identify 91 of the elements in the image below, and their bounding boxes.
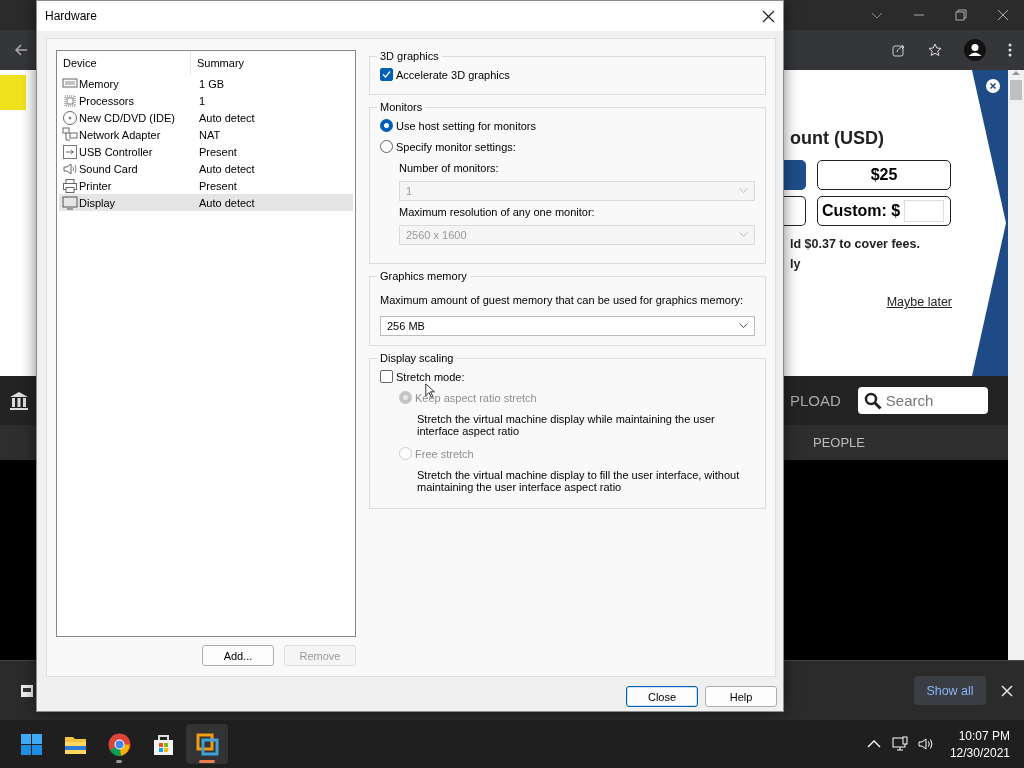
building-icon[interactable] [9,390,29,411]
sound-icon [62,160,78,177]
dropdown-caret-icon [739,188,748,194]
device-row[interactable]: Processors 1 [59,92,353,109]
menu-icon[interactable] [1008,43,1012,57]
add-button[interactable]: Add... [202,645,274,666]
device-summary: Present [198,145,238,158]
search-icon [863,391,882,410]
device-name: Display [79,196,116,209]
close-icon[interactable] [986,79,1000,93]
device-name: New CD/DVD (IDE) [79,111,175,124]
column-header[interactable]: Device [57,51,191,75]
checkbox[interactable] [380,370,393,383]
device-row[interactable]: Sound Card Auto detect [59,160,353,177]
volume-icon[interactable] [917,736,934,752]
restore-icon[interactable] [954,8,968,22]
dropdown-field[interactable]: 256 MB [380,316,755,336]
device-row[interactable]: Display Auto detect [59,194,353,211]
device-name: Memory [79,77,119,90]
processor-icon [62,92,78,109]
device-name: Processors [79,94,135,107]
device-summary: Auto detect [198,162,256,175]
field-label: Number of monitors: [399,162,500,176]
amount-button[interactable]: $25 [817,160,951,190]
disc-icon [62,109,78,126]
device-summary: Present [198,179,238,192]
column-header[interactable]: Summary [191,51,355,75]
clock-date[interactable]: 12/30/2021 [949,745,1010,760]
maybe-later-link[interactable]: Maybe later [886,295,952,309]
help-button[interactable]: Help [705,686,777,707]
custom-amount-label: Custom: $ [822,202,901,220]
device-row[interactable]: USB Controller Present [59,143,353,160]
star-icon[interactable] [928,43,942,57]
donation-heading: ount (USD) [790,128,885,150]
radio-button[interactable] [380,119,393,132]
device-name: USB Controller [79,145,153,158]
network-icon [62,126,78,143]
radio-label: Free stretch [415,447,474,460]
usb-icon [62,143,78,160]
profile-avatar-icon[interactable] [964,39,986,61]
dropdown-caret-icon [739,232,748,238]
device-row[interactable]: Memory 1 GB [59,75,353,92]
option-text: ly [790,257,802,271]
back-arrow-icon[interactable] [14,43,28,57]
share-icon[interactable] [892,43,906,57]
clock-time[interactable]: 10:07 PM [958,728,1010,743]
group-title: 3D graphics [379,50,440,62]
device-row[interactable]: Printer Present [59,177,353,194]
close-icon [761,9,775,23]
group-title: Graphics memory [379,270,468,282]
custom-amount-field[interactable] [904,200,945,222]
fee-text: ld $0.37 to cover fees. [790,237,921,251]
group-title: Monitors [379,101,424,113]
window-title: Hardware [45,9,99,23]
close-button[interactable]: Close [626,686,698,707]
field-label: Maximum amount of guest memory that can be used for graphics memory: [380,294,745,306]
radio-label: Keep aspect ratio stretch [415,391,537,404]
checkbox-label: Stretch mode: [396,370,465,383]
file-icon[interactable] [20,683,34,698]
device-summary: Auto detect [198,111,256,124]
network-icon[interactable] [891,736,908,752]
device-row[interactable]: Network Adapter NAT [59,126,353,143]
checkbox[interactable] [380,68,393,81]
dropdown-caret-icon [739,323,748,329]
radio-label: Specify monitor settings: [396,140,516,153]
printer-icon [62,177,78,194]
nav-item[interactable]: PEOPLE [813,435,866,450]
device-summary: 1 [198,94,207,107]
field-label: Maximum resolution of any one monitor: [399,206,596,220]
device-name: Network Adapter [79,128,161,141]
checkbox-label: Accelerate 3D graphics [396,68,510,81]
device-summary: 1 GB [198,77,226,90]
vm-app-icon[interactable] [186,724,228,764]
device-summary: Auto detect [198,196,256,209]
show-all-button[interactable]: Show all [914,676,986,705]
scrollbar[interactable] [1008,70,1024,660]
group-title: Display scaling [379,352,455,364]
close-icon[interactable] [996,8,1010,22]
display-icon [62,194,78,211]
device-name: Printer [79,179,112,192]
radio-label: Use host setting for monitors [396,119,536,132]
search-field[interactable]: Search [857,387,988,414]
option-description: Stretch the virtual machine display while maintaining the user interface aspect ratio [417,413,716,437]
radio-button[interactable] [380,140,393,153]
device-summary: NAT [198,128,222,141]
device-row[interactable]: New CD/DVD (IDE) Auto detect [59,109,353,126]
banner-strip [0,75,26,110]
option-description: Stretch the virtual machine display to fill the user interface, without maintaining the user interface aspect ratio [417,469,741,493]
device-name: Sound Card [79,162,138,175]
nav-item[interactable]: PLOAD [790,392,841,409]
scroll-thumb[interactable] [1010,80,1022,100]
